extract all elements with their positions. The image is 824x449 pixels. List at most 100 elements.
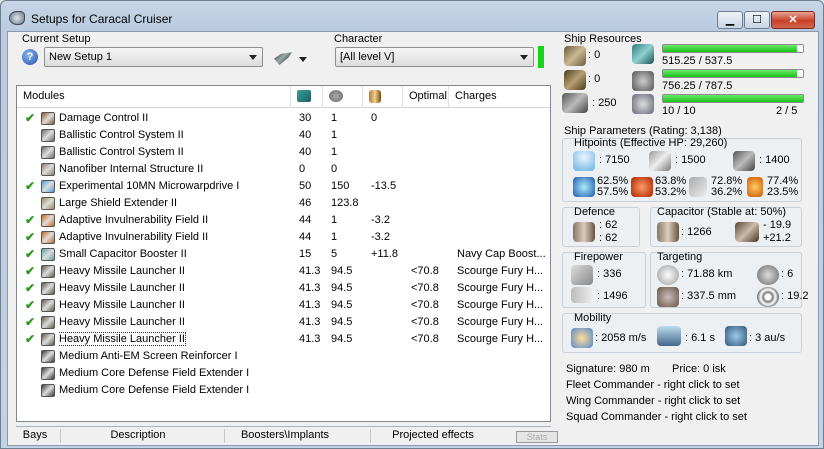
module-row[interactable]: Ballistic Control System II 40 1 (17, 127, 550, 144)
module-row[interactable]: Nanofiber Internal Structure II 0 0 (17, 161, 550, 178)
module-row[interactable]: ✔ Small Capacitor Booster II 15 5 +11.8 Navy … (17, 246, 550, 263)
module-power: 1 (331, 112, 338, 124)
module-power: 1 (331, 231, 338, 243)
tab-bays[interactable]: Bays (22, 429, 48, 441)
module-name: Medium Core Defense Field Extender I (59, 384, 250, 396)
module-row[interactable]: ✔ Adaptive Invulnerability Field II 44 1 -3.… (17, 229, 550, 246)
module-cpu: 15 (299, 248, 312, 260)
module-name: Heavy Missile Launcher II (59, 299, 185, 311)
module-row[interactable]: ✔ Heavy Missile Launcher II 41.3 94.5 <70.8 S… (17, 263, 550, 280)
mobility-panel: Mobility : 2058 m/s : 6.1 s : 3 au/s (562, 312, 802, 353)
module-name: Adaptive Invulnerability Field II (59, 214, 209, 226)
module-row[interactable]: ✔ Experimental 10MN Microwarpdrive I 50 150… (17, 178, 550, 195)
modules-list[interactable]: Modules Optimal Charges ✔ Damage Control … (16, 85, 551, 422)
check-icon[interactable]: ✔ (25, 297, 35, 314)
targeting-panel: Targeting : 71.88 km : 6 : 337.5 mm : 19… (650, 251, 809, 308)
setup-select[interactable]: New Setup 1 (44, 47, 263, 67)
module-icon (41, 214, 55, 227)
max-targets: : 6 (781, 268, 794, 280)
fleet-commander[interactable]: Fleet Commander - right click to set (566, 379, 740, 391)
module-row[interactable]: ✔ Heavy Missile Launcher II 41.3 94.5 <70.8 S… (17, 314, 550, 331)
app-window: Setups for Caracal Cruiser ▁ ☐ ✕ Current… (0, 0, 824, 449)
module-cpu: 41.3 (299, 316, 321, 328)
targeting-range: : 71.88 km (681, 268, 733, 280)
module-name: Heavy Missile Launcher II (59, 265, 185, 277)
module-cpu: 44 (299, 231, 312, 243)
module-row[interactable]: Medium Core Defense Field Extender I (17, 365, 550, 382)
module-optimal: <70.8 (411, 282, 439, 294)
fit-tools-icon[interactable] (274, 52, 292, 65)
module-capacitor: +11.8 (371, 248, 399, 260)
column-header-capacitor[interactable] (363, 86, 403, 107)
help-icon[interactable]: ? (22, 49, 38, 65)
column-header-charges[interactable]: Charges (449, 86, 550, 107)
module-row[interactable]: Medium Core Defense Field Extender I (17, 382, 550, 399)
hitpoints-title: Hitpoints (Effective HP: 29,260) (574, 137, 728, 149)
module-row[interactable]: Large Shield Extender II 46 123.8 (17, 195, 550, 212)
module-name: Adaptive Invulnerability Field II (59, 231, 209, 243)
column-header-optimal[interactable]: Optimal (403, 86, 449, 107)
check-icon[interactable]: ✔ (25, 314, 35, 331)
powergrid-bar (662, 69, 804, 78)
capacitor-icon (369, 90, 381, 103)
check-icon[interactable]: ✔ (25, 178, 35, 195)
check-icon[interactable]: ✔ (25, 229, 35, 246)
column-header-power[interactable] (323, 86, 363, 107)
column-header-modules[interactable]: Modules (17, 86, 291, 107)
check-icon[interactable]: ✔ (25, 110, 35, 127)
wing-commander[interactable]: Wing Commander - right click to set (566, 395, 740, 407)
thermal-resist-armor: 53.2% (655, 186, 687, 198)
check-icon[interactable]: ✔ (25, 212, 35, 229)
turret-hardpoints: : 0 (588, 49, 601, 61)
module-row[interactable]: Ballistic Control System II 40 1 (17, 144, 550, 161)
maximize-button[interactable]: ☐ (744, 11, 770, 29)
cpu-bar (662, 44, 804, 53)
squad-commander[interactable]: Squad Commander - right click to set (566, 411, 747, 423)
module-charges: Scourge Fury H... (457, 316, 544, 328)
module-row[interactable]: ✔ Heavy Missile Launcher II 41.3 94.5 <70.8 S… (17, 331, 550, 348)
module-icon (41, 350, 55, 363)
client-area: Current Setup ? New Setup 1 Character [A… (7, 31, 819, 446)
volley-icon (571, 287, 593, 303)
chevron-down-icon[interactable] (299, 57, 307, 62)
capacitor-recharge-icon (735, 222, 759, 242)
module-capacitor: -3.2 (371, 214, 390, 226)
shield-icon (573, 151, 595, 171)
shield-hp: : 7150 (599, 154, 630, 166)
module-name: Experimental 10MN Microwarpdrive I (59, 180, 240, 192)
module-row[interactable]: ✔ Heavy Missile Launcher II 41.3 94.5 <70.8 S… (17, 280, 550, 297)
defence-title: Defence (574, 206, 615, 218)
chevron-down-icon (249, 55, 257, 60)
column-header-cpu[interactable] (291, 86, 323, 107)
close-button[interactable]: ✕ (771, 11, 815, 29)
range-icon (657, 265, 679, 285)
tab-boosters-implants[interactable]: Boosters\Implants (230, 429, 340, 441)
module-charges: Scourge Fury H... (457, 299, 544, 311)
align-time-icon (657, 326, 681, 346)
module-cpu: 40 (299, 146, 312, 158)
module-power: 150 (331, 180, 350, 192)
module-cpu: 30 (299, 112, 312, 124)
hull-icon (733, 151, 755, 171)
character-select[interactable]: [All level V] (335, 47, 534, 67)
module-cpu: 46 (299, 197, 312, 209)
tab-description[interactable]: Description (88, 429, 188, 441)
module-row[interactable]: ✔ Heavy Missile Launcher II 41.3 94.5 <70.8 S… (17, 297, 550, 314)
minimize-button[interactable]: ▁ (717, 11, 743, 29)
check-icon[interactable]: ✔ (25, 280, 35, 297)
check-icon[interactable]: ✔ (25, 331, 35, 348)
em-resist-armor: 57.5% (597, 186, 629, 198)
module-row[interactable]: Medium Anti-EM Screen Reinforcer I (17, 348, 550, 365)
module-power: 1 (331, 214, 338, 226)
tab-projected-effects[interactable]: Projected effects (378, 429, 488, 441)
module-cpu: 50 (299, 180, 312, 192)
align-time: : 6.1 s (685, 332, 715, 344)
capacitor-delta-b: +21.2 (763, 232, 791, 244)
module-row[interactable]: ✔ Damage Control II 30 1 0 (17, 110, 550, 127)
module-row[interactable]: ✔ Adaptive Invulnerability Field II 44 1 -3.… (17, 212, 550, 229)
module-optimal: <70.8 (411, 265, 439, 277)
check-icon[interactable]: ✔ (25, 263, 35, 280)
module-name: Medium Anti-EM Screen Reinforcer I (59, 350, 238, 362)
check-icon[interactable]: ✔ (25, 246, 35, 263)
warp-speed: : 3 au/s (749, 332, 786, 344)
